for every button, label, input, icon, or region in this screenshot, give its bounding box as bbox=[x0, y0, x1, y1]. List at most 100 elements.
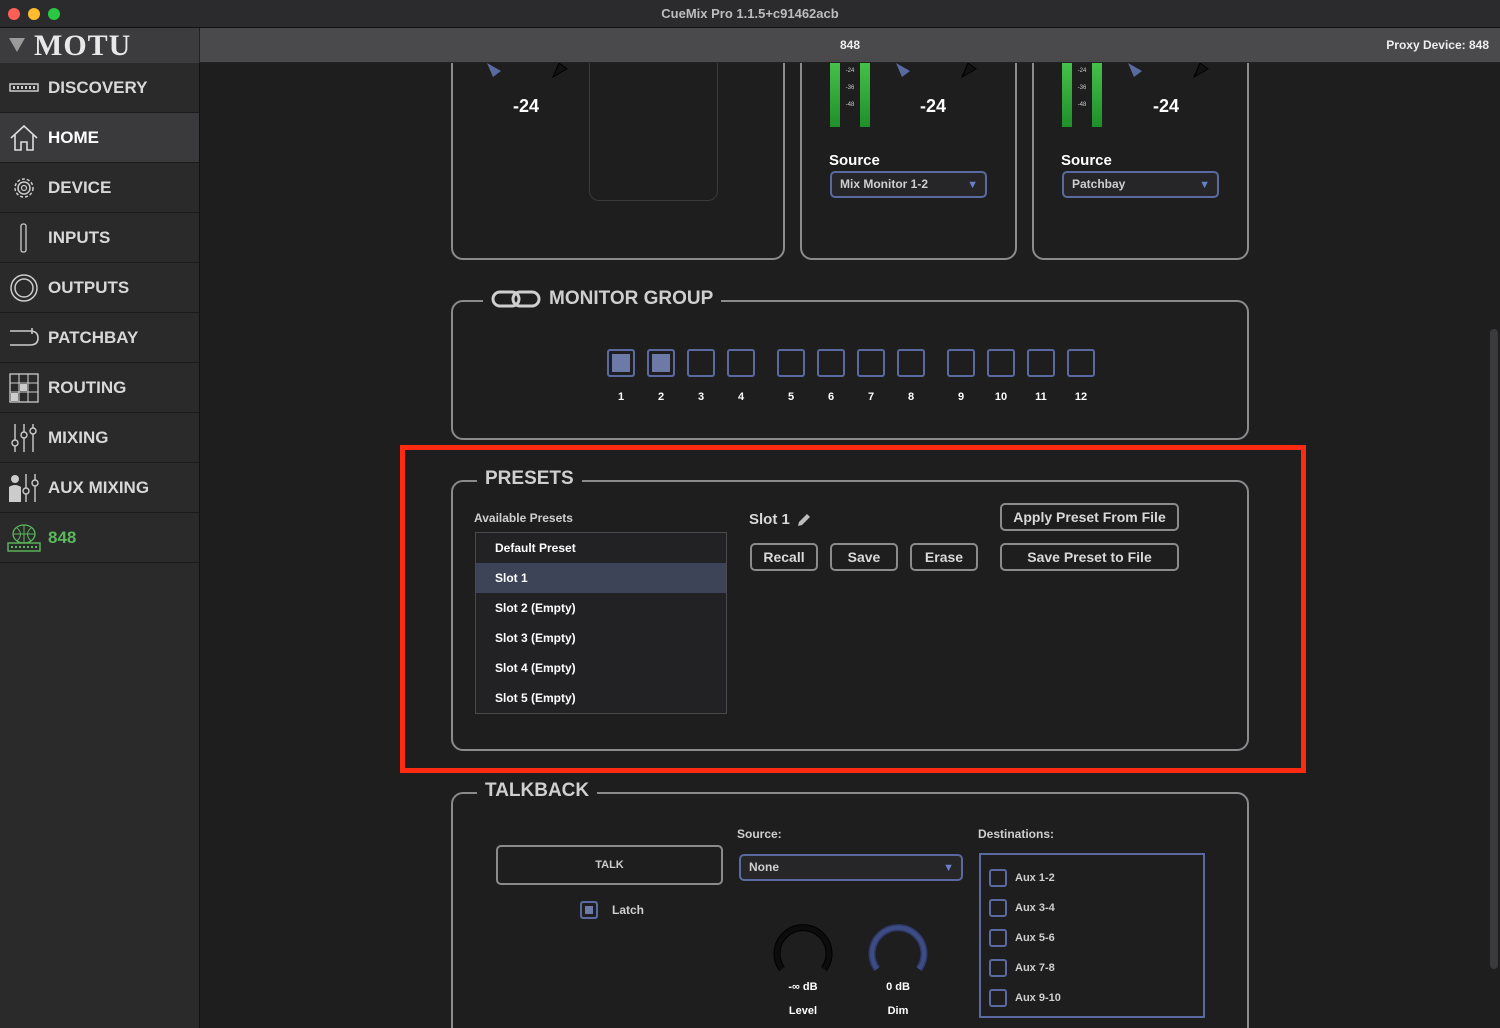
monitor-group-title: MONITOR GROUP bbox=[549, 288, 714, 309]
destination-item[interactable]: Aux 9-10 bbox=[989, 988, 1061, 1008]
monitor-group-number: 5 bbox=[787, 391, 795, 403]
sidebar-item-label: ROUTING bbox=[48, 377, 127, 397]
destination-checkbox[interactable] bbox=[989, 869, 1007, 887]
level-meter: -24 -36 -48 bbox=[830, 63, 870, 127]
dropdown-arrow-icon: ▼ bbox=[967, 179, 978, 191]
monitor-group-button[interactable] bbox=[727, 349, 755, 377]
sidebar-item-aux-mixing[interactable]: AUX MIXING bbox=[0, 463, 199, 513]
destination-label: Aux 9-10 bbox=[1015, 992, 1061, 1004]
sidebar-item-848[interactable]: 848 bbox=[0, 513, 199, 563]
title-bar: CueMix Pro 1.1.5+c91462acb bbox=[0, 0, 1500, 28]
destination-item[interactable]: Aux 7-8 bbox=[989, 958, 1055, 978]
level-knob-icon[interactable] bbox=[772, 919, 834, 975]
mixing-icon bbox=[0, 413, 48, 463]
destination-checkbox[interactable] bbox=[989, 899, 1007, 917]
sidebar-item-label: DISCOVERY bbox=[48, 77, 148, 97]
home-icon bbox=[0, 113, 48, 163]
monitor-group-panel: MONITOR GROUP 1 2 3 4 5 6 7 8 9 10 11 12 bbox=[451, 288, 1249, 440]
monitor-group-button[interactable] bbox=[817, 349, 845, 377]
latch-label: Latch bbox=[612, 903, 645, 917]
volume-knob-icon[interactable] bbox=[481, 63, 573, 83]
monitor-group-number: 1 bbox=[617, 391, 625, 403]
inputs-icon bbox=[0, 213, 48, 263]
destination-item[interactable]: Aux 1-2 bbox=[989, 868, 1055, 888]
window-title: CueMix Pro 1.1.5+c91462acb bbox=[661, 6, 839, 21]
latch-checkbox[interactable] bbox=[580, 901, 598, 919]
destination-checkbox[interactable] bbox=[989, 959, 1007, 977]
discovery-icon bbox=[0, 63, 48, 113]
volume-knob-icon[interactable] bbox=[1122, 63, 1214, 83]
destination-item[interactable]: Aux 5-6 bbox=[989, 928, 1055, 948]
monitor-group-button[interactable] bbox=[897, 349, 925, 377]
dropdown-arrow-icon: ▼ bbox=[943, 862, 954, 874]
monitor-group-number: 7 bbox=[867, 391, 875, 403]
monitor-group-button[interactable] bbox=[1067, 349, 1095, 377]
volume-value: -24 bbox=[920, 96, 947, 116]
source-dropdown[interactable]: Patchbay ▼ bbox=[1062, 171, 1219, 198]
monitor-group-button[interactable] bbox=[947, 349, 975, 377]
level-label: Level bbox=[788, 1005, 818, 1017]
dim-value: 0 dB bbox=[886, 981, 910, 993]
scrollbar[interactable] bbox=[1490, 329, 1498, 969]
monitor-group-button[interactable] bbox=[687, 349, 715, 377]
brand-area[interactable]: MOTU bbox=[0, 28, 200, 63]
output-card-main: -24 bbox=[451, 63, 785, 260]
talk-button[interactable]: TALK bbox=[496, 845, 723, 885]
motu-logo: MOTU bbox=[34, 29, 132, 62]
meter-scale: -24 -36 -48 bbox=[845, 68, 855, 108]
sidebar-item-outputs[interactable]: OUTPUTS bbox=[0, 263, 199, 313]
destination-label: Aux 1-2 bbox=[1015, 872, 1055, 884]
header-bar: MOTU 848 Proxy Device: 848 bbox=[0, 28, 1500, 63]
monitor-group-button[interactable] bbox=[647, 349, 675, 377]
monitor-group-button[interactable] bbox=[607, 349, 635, 377]
highlight-box bbox=[400, 445, 1306, 773]
patchbay-icon bbox=[0, 313, 48, 363]
source-dropdown[interactable]: Mix Monitor 1-2 ▼ bbox=[830, 171, 987, 198]
talkback-source-value: None bbox=[749, 860, 779, 874]
talkback-legend: TALKBACK bbox=[477, 780, 598, 802]
source-value: Mix Monitor 1-2 bbox=[840, 177, 929, 191]
sidebar-item-routing[interactable]: ROUTING bbox=[0, 363, 199, 413]
volume-value: -24 bbox=[513, 96, 540, 116]
output-card-patchbay: -24 -36 -48 -24 Source Patchbay ▼ bbox=[1032, 63, 1249, 260]
monitor-group-button[interactable] bbox=[987, 349, 1015, 377]
sidebar-item-label: AUX MIXING bbox=[48, 477, 150, 497]
collapse-triangle-icon[interactable] bbox=[9, 38, 25, 52]
destination-checkbox[interactable] bbox=[989, 929, 1007, 947]
destination-item[interactable]: Aux 3-4 bbox=[989, 898, 1055, 918]
sidebar-item-inputs[interactable]: INPUTS bbox=[0, 213, 199, 263]
sidebar-item-device[interactable]: DEVICE bbox=[0, 163, 199, 213]
routing-icon bbox=[0, 363, 48, 413]
talkback-source-dropdown[interactable]: None ▼ bbox=[739, 854, 963, 881]
monitor-group-number: 4 bbox=[737, 391, 745, 403]
destinations-label: Destinations: bbox=[978, 827, 1055, 841]
sidebar-item-home[interactable]: HOME bbox=[0, 113, 199, 163]
monitor-group-number: 11 bbox=[1035, 391, 1047, 403]
level-meter: -24 -36 -48 bbox=[1062, 63, 1102, 127]
destination-checkbox[interactable] bbox=[989, 989, 1007, 1007]
monitor-group-button[interactable] bbox=[1027, 349, 1055, 377]
sidebar-item-label: MIXING bbox=[48, 427, 109, 447]
monitor-group-button[interactable] bbox=[777, 349, 805, 377]
destination-label: Aux 5-6 bbox=[1015, 932, 1055, 944]
aux-mixing-icon bbox=[0, 463, 48, 513]
dim-label: Dim bbox=[887, 1005, 909, 1017]
sidebar-item-label: INPUTS bbox=[48, 227, 111, 247]
monitor-group-button[interactable] bbox=[857, 349, 885, 377]
sidebar-item-label: OUTPUTS bbox=[48, 277, 130, 297]
volume-knob-icon[interactable] bbox=[890, 63, 982, 83]
talkback-panel: TALKBACK TALK Latch Source: None ▼ -∞ dB… bbox=[451, 780, 1249, 1028]
sidebar-item-mixing[interactable]: MIXING bbox=[0, 413, 199, 463]
source-label: Source bbox=[829, 152, 880, 169]
fader-track[interactable] bbox=[589, 63, 718, 201]
sidebar-item-patchbay[interactable]: PATCHBAY bbox=[0, 313, 199, 363]
talkback-source-label: Source: bbox=[737, 827, 782, 841]
dropdown-arrow-icon: ▼ bbox=[1199, 179, 1210, 191]
device-848-icon bbox=[0, 513, 48, 563]
sidebar-item-discovery[interactable]: DISCOVERY bbox=[0, 63, 199, 113]
main-content: -24 -24 -36 -48 -24 Source Mix Monitor 1-2… bbox=[201, 63, 1500, 1028]
meter-scale: -24 -36 -48 bbox=[1077, 68, 1087, 108]
monitor-group-number: 2 bbox=[657, 391, 665, 403]
gear-icon bbox=[0, 163, 48, 213]
dim-knob-icon[interactable] bbox=[867, 919, 929, 975]
